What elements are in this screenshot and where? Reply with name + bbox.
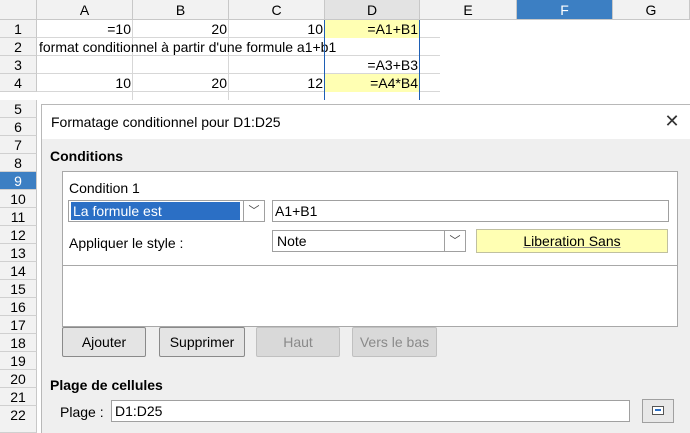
column-header-a[interactable]: A: [37, 0, 133, 20]
range-input[interactable]: D1:D25: [111, 400, 630, 422]
shrink-dialog-button[interactable]: [642, 399, 674, 423]
row-header-11[interactable]: 11: [0, 208, 37, 226]
row-header-10[interactable]: 10: [0, 190, 37, 208]
row-header-20[interactable]: 20: [0, 370, 37, 388]
close-icon[interactable]: ✕: [662, 111, 682, 131]
condition-type-value: La formule est: [71, 202, 240, 220]
formula-input[interactable]: A1+B1: [272, 200, 669, 222]
row-header-18[interactable]: 18: [0, 334, 37, 352]
add-button[interactable]: Ajouter: [62, 327, 146, 357]
select-all-corner[interactable]: [0, 0, 37, 20]
column-header-g[interactable]: G: [613, 0, 690, 20]
chevron-down-icon[interactable]: ﹀: [243, 201, 264, 221]
cell-a4[interactable]: 10: [37, 74, 133, 92]
condition-label: Condition 1: [69, 180, 140, 196]
row-header-4[interactable]: 4: [0, 74, 37, 92]
row-header-21[interactable]: 21: [0, 388, 37, 406]
cell-a1[interactable]: =10: [37, 20, 133, 38]
row-header-19[interactable]: 19: [0, 352, 37, 370]
conditions-heading: Conditions: [50, 148, 124, 164]
style-preview: Liberation Sans: [476, 229, 668, 253]
cell-b4[interactable]: 20: [133, 74, 229, 92]
style-value: Note: [277, 233, 307, 249]
row-header-5[interactable]: 5: [0, 100, 37, 118]
conditions-list[interactable]: Condition 1 La formule est ﹀ A1+B1 Appli…: [62, 171, 678, 327]
shrink-dialog-icon: [652, 406, 664, 415]
dialog-titlebar[interactable]: Formatage conditionnel pour D1:D25 ✕: [42, 105, 690, 139]
condition-type-dropdown[interactable]: La formule est ﹀: [68, 200, 265, 222]
cell-c1[interactable]: 10: [229, 20, 325, 38]
cell-b1[interactable]: 20: [133, 20, 229, 38]
condition-entry[interactable]: Condition 1 La formule est ﹀ A1+B1 Appli…: [63, 172, 677, 266]
row-header-7[interactable]: 7: [0, 136, 37, 154]
dialog-title: Formatage conditionnel pour D1:D25: [51, 114, 281, 130]
style-preview-text: Liberation Sans: [523, 233, 621, 249]
row-header-16[interactable]: 16: [0, 298, 37, 316]
row-header-15[interactable]: 15: [0, 280, 37, 298]
chevron-down-icon[interactable]: ﹀: [444, 231, 465, 251]
range-label: Plage :: [60, 404, 104, 420]
row-header-8[interactable]: 8: [0, 154, 37, 172]
column-header-f[interactable]: F: [517, 0, 613, 20]
row-header-9[interactable]: 9: [0, 172, 37, 190]
selection-border-d: [324, 20, 420, 100]
column-header-c[interactable]: C: [229, 0, 325, 20]
delete-button[interactable]: Supprimer: [159, 327, 245, 357]
apply-style-label: Appliquer le style :: [69, 235, 184, 251]
column-header-e[interactable]: E: [420, 0, 517, 20]
row-header-14[interactable]: 14: [0, 262, 37, 280]
cell-c4[interactable]: 12: [229, 74, 325, 92]
row-header-6[interactable]: 6: [0, 118, 37, 136]
column-header-d[interactable]: D: [325, 0, 420, 20]
move-up-button[interactable]: Haut: [256, 327, 340, 357]
row-header-17[interactable]: 17: [0, 316, 37, 334]
move-down-button[interactable]: Vers le bas: [352, 327, 437, 357]
row-header-1[interactable]: 1: [0, 20, 37, 38]
conditional-format-dialog: Formatage conditionnel pour D1:D25 ✕ Con…: [41, 104, 690, 433]
row-header-2[interactable]: 2: [0, 38, 37, 56]
row-header-12[interactable]: 12: [0, 226, 37, 244]
row-header-22[interactable]: 22: [0, 406, 37, 433]
range-heading: Plage de cellules: [50, 377, 163, 393]
row-header-3[interactable]: 3: [0, 56, 37, 74]
style-dropdown[interactable]: Note ﹀: [272, 230, 466, 252]
row-header-13[interactable]: 13: [0, 244, 37, 262]
column-header-b[interactable]: B: [133, 0, 229, 20]
